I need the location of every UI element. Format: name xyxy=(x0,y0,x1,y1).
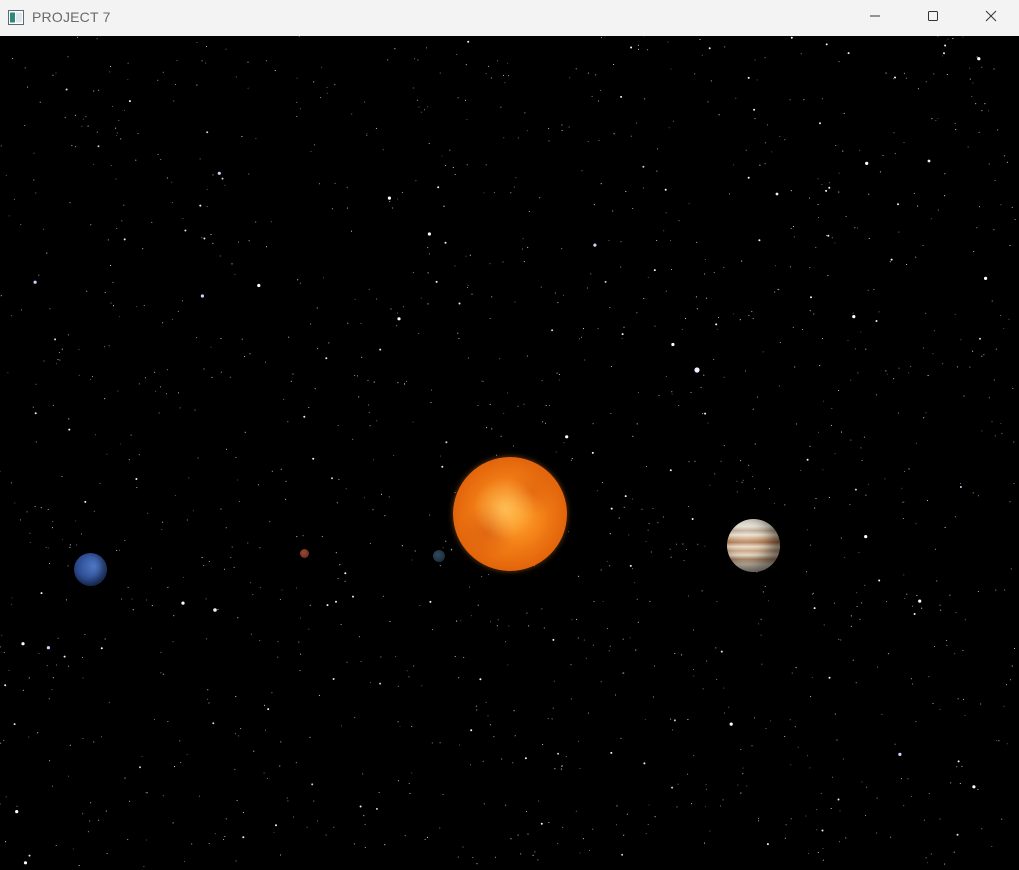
window-app-icon xyxy=(8,10,24,25)
maximize-button[interactable] xyxy=(904,0,962,36)
title-bar[interactable]: PROJECT 7 xyxy=(0,0,1019,36)
minimize-button[interactable] xyxy=(846,0,904,36)
app-window: PROJECT 7 xyxy=(0,0,1019,870)
minimize-icon xyxy=(869,9,881,27)
sun xyxy=(453,457,567,571)
window-title: PROJECT 7 xyxy=(32,9,111,25)
planet-neptune xyxy=(74,553,107,586)
starfield-background xyxy=(0,36,1016,868)
close-icon xyxy=(985,9,997,27)
planet-mars xyxy=(300,549,309,558)
maximize-icon xyxy=(927,9,939,27)
planet-earth xyxy=(433,550,445,562)
planet-jupiter xyxy=(727,519,780,572)
close-button[interactable] xyxy=(962,0,1019,36)
render-viewport[interactable] xyxy=(0,36,1019,870)
